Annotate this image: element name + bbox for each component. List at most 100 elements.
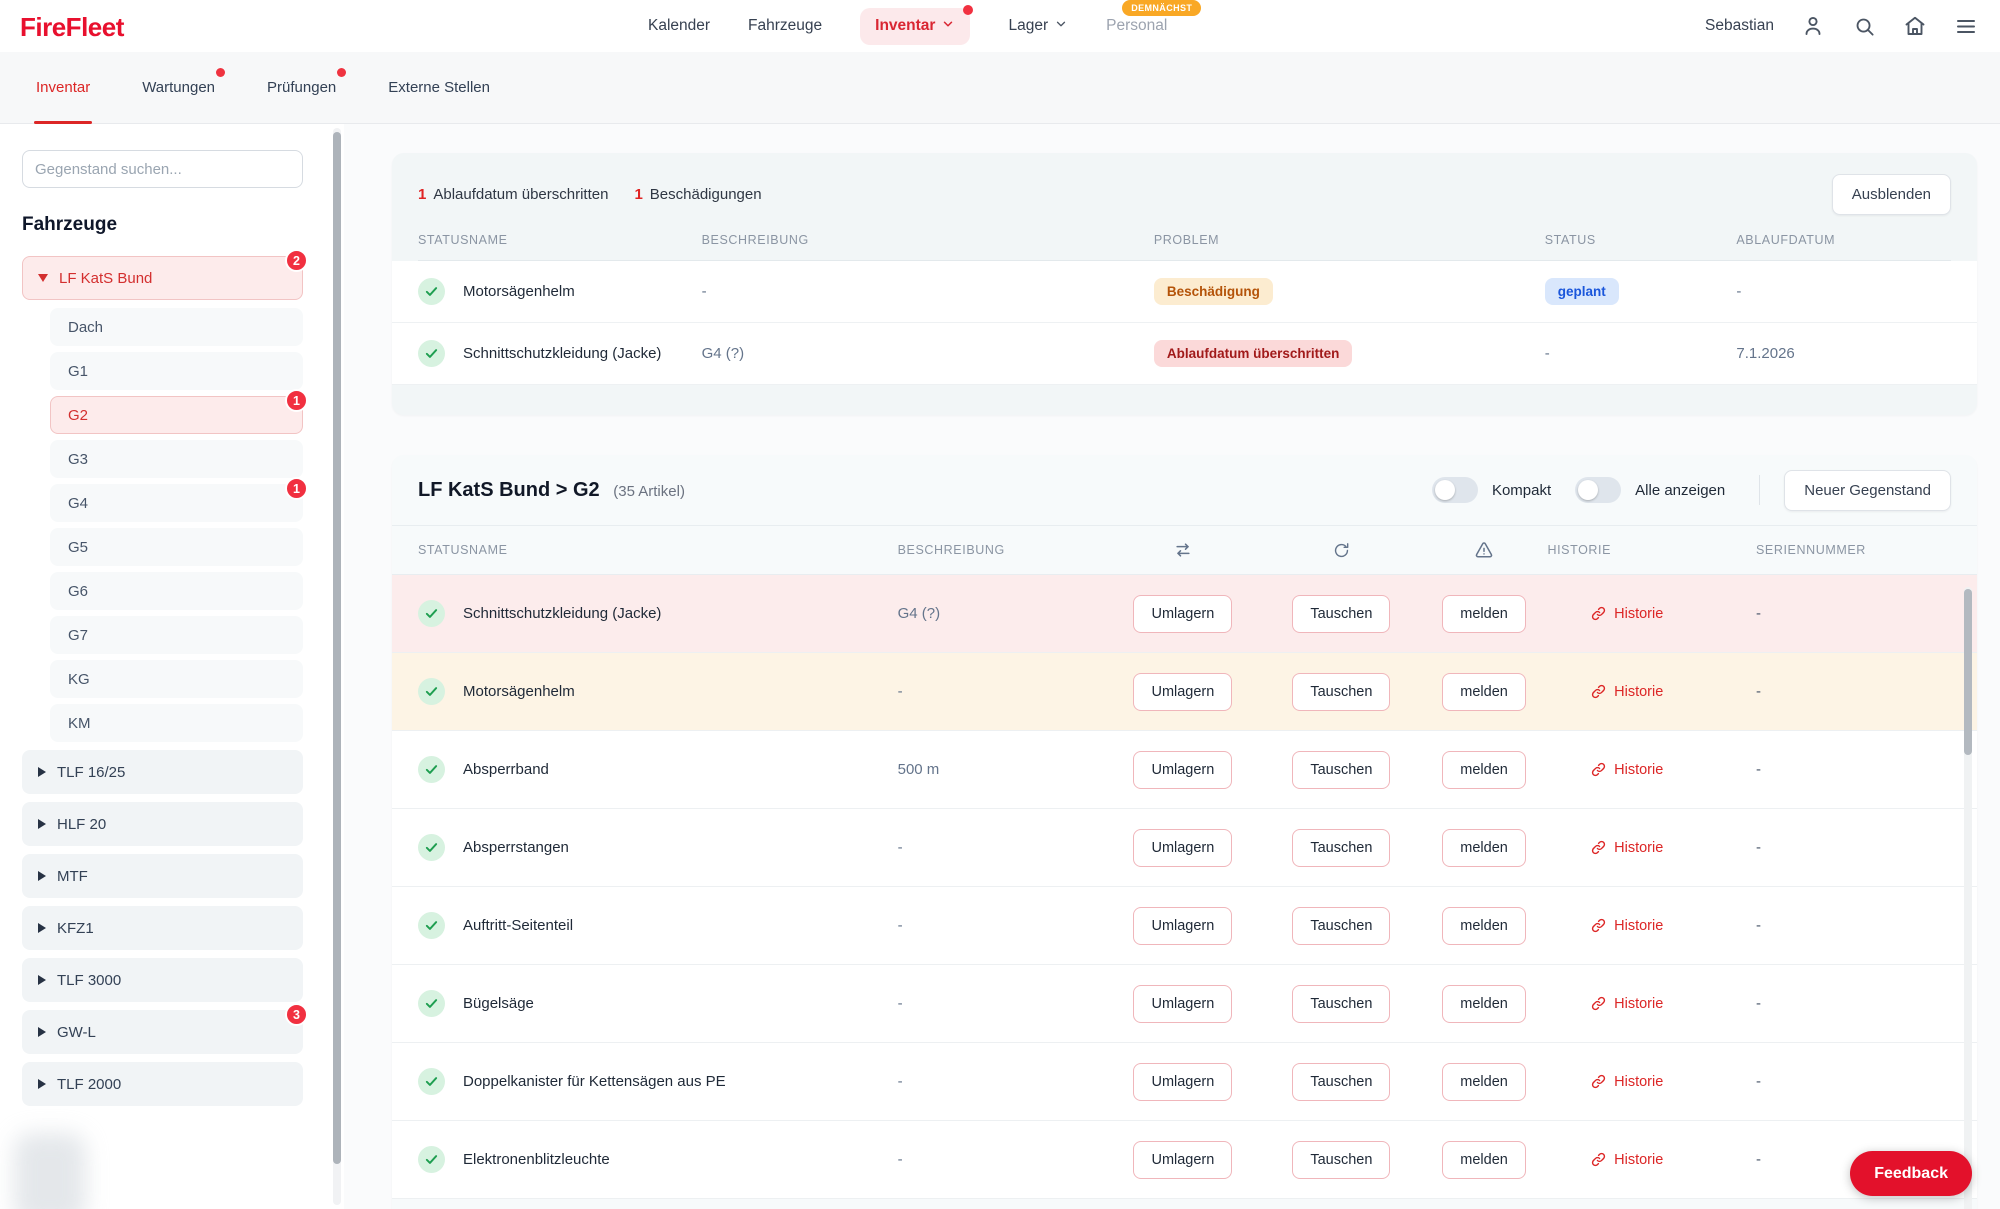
nav-item-kalender[interactable]: Kalender: [648, 17, 710, 35]
refresh-icon: [1262, 541, 1421, 560]
table-row[interactable]: Doppelkanister für Kettensägen aus PE - …: [392, 1043, 1977, 1121]
item-count: (35 Artikel): [613, 483, 685, 500]
tab-inventar[interactable]: Inventar: [36, 52, 90, 123]
tauschen-button[interactable]: Tauschen: [1292, 1063, 1390, 1101]
nav-item-inventar[interactable]: Inventar: [860, 8, 970, 45]
umlagern-button[interactable]: Umlagern: [1133, 1063, 1232, 1101]
melden-button[interactable]: melden: [1442, 1063, 1526, 1101]
user-icon[interactable]: [1801, 14, 1825, 38]
tree-item-kfz1[interactable]: KFZ1: [22, 906, 303, 950]
alert-summary: 1 Ablaufdatum überschritten 1 Beschädigu…: [418, 186, 762, 203]
user-name[interactable]: Sebastian: [1705, 17, 1774, 35]
nav-item-fahrzeuge[interactable]: Fahrzeuge: [748, 17, 822, 35]
umlagern-button[interactable]: Umlagern: [1133, 907, 1232, 945]
umlagern-button[interactable]: Umlagern: [1133, 1141, 1232, 1179]
tauschen-button[interactable]: Tauschen: [1292, 829, 1390, 867]
tree-item-label: KFZ1: [57, 920, 94, 937]
tauschen-button[interactable]: Tauschen: [1292, 595, 1390, 633]
melden-button[interactable]: melden: [1442, 985, 1526, 1023]
nav-item-lager[interactable]: Lager: [1008, 17, 1068, 36]
tree-item-g4[interactable]: G4 1: [50, 484, 303, 522]
table-row[interactable]: Motorsägenhelm - Umlagern Tauschen melde…: [392, 653, 1977, 731]
brand-logo[interactable]: FireFleet: [20, 12, 124, 43]
table-scrollbar-thumb[interactable]: [1964, 589, 1972, 755]
tree-item-tlf-3000[interactable]: TLF 3000: [22, 958, 303, 1002]
tree-item-g1[interactable]: G1: [50, 352, 303, 390]
melden-button[interactable]: melden: [1442, 907, 1526, 945]
tauschen-button[interactable]: Tauschen: [1292, 751, 1390, 789]
umlagern-button[interactable]: Umlagern: [1133, 751, 1232, 789]
tree-item-mtf[interactable]: MTF: [22, 854, 303, 898]
table-row[interactable]: Elektronenblitzleuchte - Umlagern Tausch…: [392, 1121, 1977, 1199]
melden-button[interactable]: melden: [1442, 829, 1526, 867]
umlagern-button[interactable]: Umlagern: [1133, 673, 1232, 711]
historie-link[interactable]: Historie: [1590, 761, 1663, 778]
historie-link[interactable]: Historie: [1590, 995, 1663, 1012]
alle-anzeigen-toggle[interactable]: [1575, 477, 1621, 503]
tree-item-label: Dach: [68, 319, 103, 336]
search-icon[interactable]: [1852, 14, 1876, 38]
melden-button[interactable]: melden: [1442, 1141, 1526, 1179]
status-ok-icon: [418, 990, 445, 1017]
umlagern-button[interactable]: Umlagern: [1133, 985, 1232, 1023]
melden-button[interactable]: melden: [1442, 673, 1526, 711]
item-description: G4 (?): [898, 605, 1104, 622]
tree-item-hlf-20[interactable]: HLF 20: [22, 802, 303, 846]
tab-externe-stellen[interactable]: Externe Stellen: [388, 52, 490, 123]
menu-icon[interactable]: [1954, 14, 1978, 38]
tab-pruefungen[interactable]: Prüfungen: [267, 52, 336, 123]
table-row[interactable]: Absperrband 500 m Umlagern Tauschen meld…: [392, 731, 1977, 809]
tree-item-g5[interactable]: G5: [50, 528, 303, 566]
tree-item-tlf-16-25[interactable]: TLF 16/25: [22, 750, 303, 794]
warning-icon: [1421, 540, 1548, 560]
tree-item-kg[interactable]: KG: [50, 660, 303, 698]
historie-link[interactable]: Historie: [1590, 605, 1663, 622]
tree-item-tlf-2000[interactable]: TLF 2000: [22, 1062, 303, 1106]
historie-link[interactable]: Historie: [1590, 1151, 1663, 1168]
table-row[interactable]: Auftritt-Seitenteil - Umlagern Tauschen …: [392, 887, 1977, 965]
historie-link[interactable]: Historie: [1590, 839, 1663, 856]
historie-link[interactable]: Historie: [1590, 917, 1663, 934]
count-badge: 1: [285, 477, 308, 500]
table-row[interactable]: Absperrstangen - Umlagern Tauschen melde…: [392, 809, 1977, 887]
umlagern-button[interactable]: Umlagern: [1133, 595, 1232, 633]
table-row[interactable]: Motorsägenhelm - Beschädigung geplant -: [392, 261, 1977, 323]
umlagern-button[interactable]: Umlagern: [1133, 829, 1232, 867]
tauschen-button[interactable]: Tauschen: [1292, 985, 1390, 1023]
table-row[interactable]: Schnittschutzkleidung (Jacke) G4 (?) Abl…: [392, 323, 1977, 385]
tab-wartungen[interactable]: Wartungen: [142, 52, 215, 123]
home-icon[interactable]: [1903, 14, 1927, 38]
tauschen-button[interactable]: Tauschen: [1292, 673, 1390, 711]
tree-item-km[interactable]: KM: [50, 704, 303, 742]
tree-item-g7[interactable]: G7: [50, 616, 303, 654]
tree-item-gw-l[interactable]: GW-L 3: [22, 1010, 303, 1054]
table-row[interactable]: Schnittschutzkleidung (Jacke) G4 (?) Uml…: [392, 575, 1977, 653]
tree-item-g3[interactable]: G3: [50, 440, 303, 478]
tree-item-lf-kats-bund[interactable]: LF KatS Bund 2: [22, 256, 303, 300]
link-chain-icon: [1590, 995, 1607, 1012]
column-header-beschreibung: BESCHREIBUNG: [702, 233, 1154, 247]
item-name: Absperrstangen: [463, 839, 569, 856]
scrollbar-thumb[interactable]: [333, 132, 341, 1164]
tree-item-label: G7: [68, 627, 88, 644]
search-input[interactable]: [22, 150, 303, 188]
new-item-button[interactable]: Neuer Gegenstand: [1784, 470, 1951, 511]
historie-link[interactable]: Historie: [1590, 1073, 1663, 1090]
chevron-expanded-icon: [38, 274, 48, 282]
tree-item-g2[interactable]: G2 1: [50, 396, 303, 434]
tauschen-button[interactable]: Tauschen: [1292, 1141, 1390, 1179]
melden-button[interactable]: melden: [1442, 595, 1526, 633]
tree-item-dach[interactable]: Dach: [50, 308, 303, 346]
kompakt-toggle[interactable]: [1432, 477, 1478, 503]
historie-link[interactable]: Historie: [1590, 683, 1663, 700]
chevron-collapsed-icon: [38, 975, 46, 985]
nav-label-inventar: Inventar: [875, 17, 935, 35]
tauschen-button[interactable]: Tauschen: [1292, 907, 1390, 945]
table-row[interactable]: Bügelsäge - Umlagern Tauschen melden His…: [392, 965, 1977, 1043]
status-ok-icon: [418, 1146, 445, 1173]
melden-button[interactable]: melden: [1442, 751, 1526, 789]
feedback-button[interactable]: Feedback: [1850, 1151, 1972, 1196]
tree-item-g6[interactable]: G6: [50, 572, 303, 610]
hide-alerts-button[interactable]: Ausblenden: [1832, 174, 1951, 215]
status-ok-icon: [418, 600, 445, 627]
